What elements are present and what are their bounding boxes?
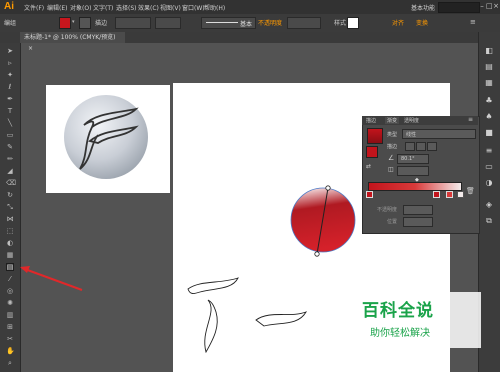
gradient-stop-end[interactable]: [457, 191, 464, 198]
location-label: 位置: [387, 219, 398, 225]
gradient-slider[interactable]: [368, 182, 462, 191]
reverse-gradient-icon[interactable]: ⇄: [366, 163, 371, 170]
gradient-start-handle[interactable]: [325, 185, 331, 191]
gradient-panel-tabs: [362, 116, 478, 125]
annotation-arrowhead: [20, 266, 30, 273]
annotation-arrow: [21, 267, 83, 291]
wave-shape-vertical[interactable]: [204, 299, 218, 354]
tab-stroke[interactable]: 描边: [366, 117, 376, 124]
gradient-stop-mid2[interactable]: [446, 191, 453, 198]
gradient-type-dropdown[interactable]: 线性: [402, 129, 476, 139]
opacity-field[interactable]: [403, 205, 433, 215]
aspect-ratio-field[interactable]: [397, 166, 429, 176]
aspect-ratio-icon: ◫: [388, 166, 394, 173]
watermark-title: 百科全说: [362, 301, 434, 320]
tab-gradient[interactable]: 渐变: [385, 117, 400, 124]
stroke-label: 描边: [387, 144, 398, 150]
angle-field[interactable]: 80.1°: [397, 154, 429, 164]
gradient-stop-start[interactable]: [366, 191, 373, 198]
opacity-label: 不透明度: [377, 207, 398, 213]
stroke-gradient-option-3[interactable]: [427, 142, 437, 151]
stroke-gradient-option-1[interactable]: [405, 142, 415, 151]
stroke-gradient-option-2[interactable]: [416, 142, 426, 151]
fill-stroke-indicator[interactable]: [366, 146, 378, 158]
panel-menu-icon[interactable]: ≡: [468, 116, 473, 123]
tab-transparency[interactable]: 透明度: [404, 117, 419, 124]
gradient-type-value: 线性: [406, 132, 417, 138]
gradient-end-handle[interactable]: [314, 251, 320, 257]
gradient-stop-middle[interactable]: [433, 191, 440, 198]
type-label: 类型: [387, 132, 398, 138]
wave-shape-top[interactable]: [187, 277, 239, 294]
gradient-preview-swatch[interactable]: [367, 128, 383, 144]
trash-icon[interactable]: 🗑: [466, 187, 475, 195]
wave-shape-right[interactable]: [255, 311, 308, 327]
watermark-subtitle: 助你轻松解决: [370, 328, 430, 339]
angle-value: 80.1°: [401, 156, 415, 162]
location-field[interactable]: [403, 217, 433, 227]
angle-icon: ∠: [388, 154, 395, 162]
